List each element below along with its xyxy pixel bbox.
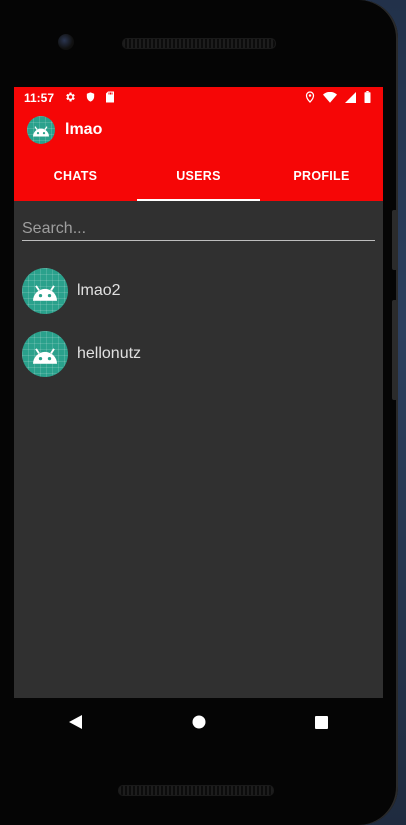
- status-bar: 11:57: [14, 87, 383, 109]
- android-avatar-icon: [22, 267, 68, 314]
- wifi-icon: [323, 91, 337, 106]
- recents-icon[interactable]: [302, 702, 342, 742]
- battery-icon: [364, 91, 371, 106]
- power-button: [392, 210, 398, 270]
- tab-bar: CHATS USERS PROFILE: [14, 150, 383, 201]
- search-input[interactable]: Search...: [22, 215, 375, 241]
- shield-icon: [85, 91, 96, 106]
- volume-rocker: [392, 300, 398, 400]
- gear-icon: [64, 91, 76, 106]
- tab-chats[interactable]: CHATS: [14, 150, 137, 201]
- top-speaker: [122, 38, 276, 49]
- android-avatar-icon: [22, 330, 68, 377]
- system-nav-bar: [14, 698, 383, 746]
- app-bar: lmao: [14, 109, 383, 150]
- bottom-speaker: [118, 785, 274, 796]
- location-icon: [305, 91, 315, 106]
- search-placeholder: Search...: [22, 220, 87, 237]
- app-screen: 11:57 lmao CHATS USERS PROFILE Search...…: [14, 87, 383, 698]
- user-list: lmao2 hellonutz: [14, 259, 383, 385]
- user-name: lmao2: [77, 281, 121, 299]
- back-icon[interactable]: [56, 702, 96, 742]
- user-name: hellonutz: [77, 344, 142, 362]
- tab-chats-label: CHATS: [53, 168, 98, 183]
- front-camera: [58, 34, 74, 50]
- list-item[interactable]: hellonutz: [14, 322, 383, 385]
- signal-icon: [345, 91, 356, 106]
- tab-profile[interactable]: PROFILE: [260, 150, 383, 201]
- app-title: lmao: [65, 120, 103, 138]
- tab-profile-label: PROFILE: [293, 168, 350, 183]
- list-item[interactable]: lmao2: [14, 259, 383, 322]
- sd-card-icon: [105, 91, 115, 106]
- status-time: 11:57: [24, 91, 55, 105]
- tab-users[interactable]: USERS: [137, 150, 260, 201]
- home-icon[interactable]: [179, 702, 219, 742]
- tab-users-label: USERS: [176, 168, 221, 183]
- phone-frame: 11:57 lmao CHATS USERS PROFILE Search...…: [0, 0, 398, 825]
- android-avatar-icon: [27, 115, 55, 144]
